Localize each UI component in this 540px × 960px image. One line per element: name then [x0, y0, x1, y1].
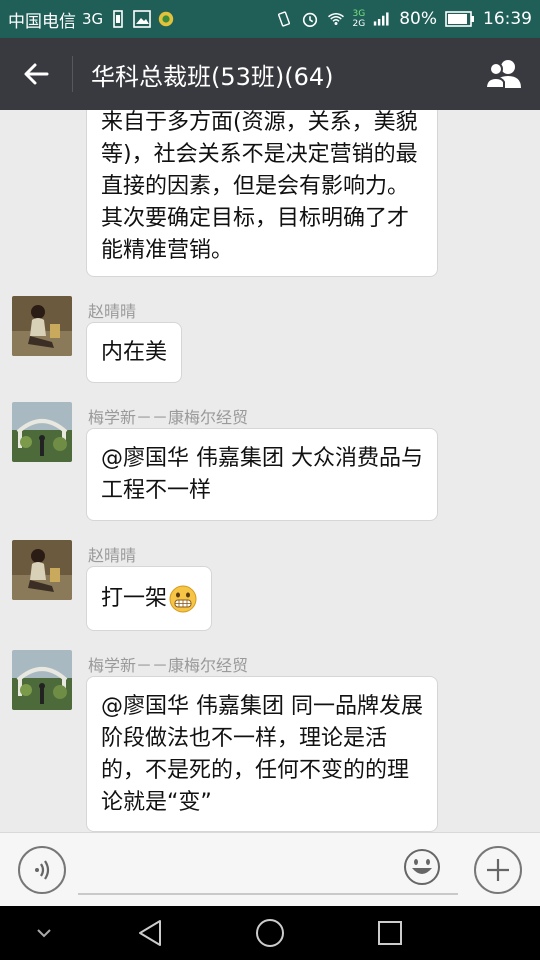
sender-name: 梅学新－－康梅尔经贸 — [88, 408, 249, 427]
plus-icon — [487, 859, 509, 881]
chat-message-list[interactable]: 来自于多方面(资源，关系，美貌等)，社会关系不是决定营销的最直接的因素，但是会有… — [0, 110, 540, 832]
group-members-button[interactable] — [468, 38, 540, 110]
garden-photo — [12, 402, 72, 462]
message-bubble[interactable]: 内在美 — [86, 322, 183, 383]
group-people-icon — [484, 60, 521, 89]
nav-back-button[interactable] — [130, 916, 170, 950]
woman-sitting-photo — [12, 296, 72, 356]
nav-home-button[interactable] — [250, 916, 290, 950]
smiley-icon — [404, 849, 440, 885]
chat-title: 华科总裁班(53班)(64) — [91, 62, 334, 91]
sender-name: 赵晴晴 — [88, 546, 137, 565]
alarm-icon — [301, 10, 319, 28]
network2-bottom-label: 2G — [352, 19, 366, 29]
network-label: 3G — [82, 10, 104, 28]
message-bubble[interactable]: @廖国华 伟嘉集团 同一品牌发展阶段做法也不一样，理论是活的，不是死的，任何不变… — [86, 676, 438, 832]
time-label: 16:39 — [483, 9, 532, 29]
circle-home-icon — [256, 919, 284, 947]
back-button[interactable] — [0, 38, 72, 110]
triangle-back-icon — [139, 920, 161, 946]
app-notification-icon — [157, 10, 175, 28]
garden-photo — [12, 650, 72, 710]
network2-top-label: 3G — [352, 9, 366, 19]
chevron-down-icon — [37, 929, 51, 938]
more-options-button[interactable] — [474, 846, 522, 894]
voice-input-button[interactable] — [18, 846, 66, 894]
message-text: @廖国华 伟嘉集团 同一品牌发展阶段做法也不一样，理论是活的，不是死的，任何不变… — [101, 694, 423, 815]
sender-name: 赵晴晴 — [88, 302, 137, 321]
sender-name: 梅学新－－康梅尔经贸 — [88, 656, 249, 675]
system-navigation-bar — [0, 906, 540, 960]
title-bar: 华科总裁班(53班)(64) — [0, 38, 540, 110]
vibrate-icon — [275, 10, 293, 28]
avatar[interactable] — [12, 402, 72, 462]
avatar[interactable] — [12, 540, 72, 600]
hide-keyboard-button[interactable] — [24, 916, 64, 950]
title-divider — [72, 56, 73, 92]
nav-recents-button[interactable] — [370, 916, 410, 950]
carrier-label: 中国电信 — [8, 11, 76, 32]
battery-label: 80% — [399, 9, 437, 29]
back-arrow-icon — [24, 63, 49, 85]
battery-icon — [445, 10, 475, 28]
status-bar: 中国电信 3G 3G 2G 80% 16:39 — [0, 0, 540, 38]
message-text: 内在美 — [101, 340, 168, 365]
woman-sitting-photo — [12, 540, 72, 600]
grimace-emoji-icon — [169, 585, 197, 612]
message-bubble[interactable]: @廖国华 伟嘉集团 大众消费品与工程不一样 — [86, 428, 438, 521]
signal-icon — [373, 10, 391, 28]
message-bubble[interactable]: 来自于多方面(资源，关系，美貌等)，社会关系不是决定营销的最直接的因素，但是会有… — [86, 110, 438, 277]
dual-network-indicator: 3G 2G — [353, 9, 366, 29]
message-text: 打一架 — [101, 585, 168, 611]
message-text: 来自于多方面(资源，关系，美貌等)，社会关系不是决定营销的最直接的因素，但是会有… — [101, 110, 418, 263]
chat-input-bar — [0, 832, 540, 906]
avatar[interactable] — [12, 296, 72, 356]
square-recents-icon — [378, 921, 402, 945]
message-bubble[interactable]: 打一架 — [86, 566, 213, 631]
usb-icon — [109, 10, 127, 28]
emoji-button[interactable] — [402, 847, 442, 887]
voice-icon — [35, 860, 50, 880]
message-text: @廖国华 伟嘉集团 大众消费品与工程不一样 — [101, 446, 423, 503]
image-icon — [133, 10, 151, 28]
avatar[interactable] — [12, 650, 72, 710]
message-input[interactable] — [78, 851, 458, 895]
wifi-icon — [327, 10, 345, 28]
